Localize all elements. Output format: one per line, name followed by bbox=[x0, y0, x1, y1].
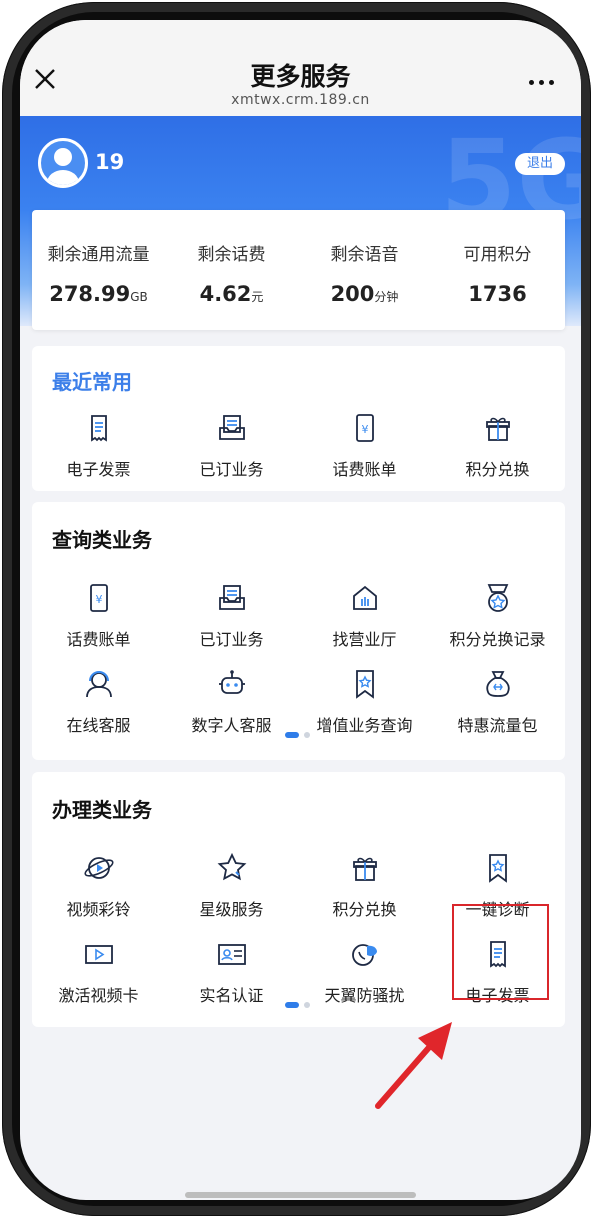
balance-stats-card: 剩余通用流量 278.99GB 剩余话费 4.62元 剩余语音 200分钟 可用积分 1736 bbox=[32, 210, 565, 330]
top-nav-bar: 更多服务 xmtwx.crm.189.cn bbox=[20, 20, 581, 116]
bill-icon: ¥ bbox=[90, 584, 108, 612]
user-number: 19 bbox=[95, 150, 125, 174]
subscribed-icon bbox=[219, 585, 245, 610]
page-dot-active bbox=[285, 732, 299, 738]
bill-icon: ¥ bbox=[356, 414, 374, 442]
section-title-query: 查询类业务 bbox=[52, 528, 152, 552]
user-silhouette-icon bbox=[47, 148, 79, 185]
handle-item[interactable]: 激活视频卡 bbox=[32, 938, 165, 1008]
stat-value: 1736 bbox=[468, 282, 527, 306]
gift-icon bbox=[486, 417, 510, 441]
invoice-icon bbox=[91, 415, 107, 442]
recent-section: 最近常用 电子发票 已订业务 ¥ 话费账单 积分兑换 bbox=[32, 346, 565, 491]
handle-item[interactable]: 积分兑换 bbox=[298, 852, 431, 922]
page-title: 更多服务 bbox=[250, 62, 351, 91]
recent-item-label: 积分兑换 bbox=[465, 460, 530, 479]
stat-item[interactable]: 剩余语音 200分钟 bbox=[298, 210, 431, 330]
bookmark-star-icon bbox=[356, 670, 374, 699]
handle-item-label: 视频彩铃 bbox=[66, 900, 131, 919]
recent-item[interactable]: 电子发票 bbox=[32, 412, 165, 482]
stat-item[interactable]: 可用积分 1736 bbox=[431, 210, 564, 330]
handle-item[interactable]: 实名认证 bbox=[165, 938, 298, 1008]
section-title-recent: 最近常用 bbox=[52, 370, 132, 394]
handle-item-label: 星级服务 bbox=[199, 900, 264, 919]
query-item-label: 在线客服 bbox=[66, 716, 131, 735]
points-record-icon bbox=[487, 584, 509, 612]
query-item-label: 增值业务查询 bbox=[316, 716, 413, 735]
section-title-handle: 办理类业务 bbox=[52, 798, 152, 822]
recent-item-label: 电子发票 bbox=[66, 460, 131, 479]
query-item-label: 积分兑换记录 bbox=[449, 630, 546, 649]
headset-icon bbox=[86, 671, 112, 698]
shield-call-icon bbox=[352, 944, 377, 966]
phone-frame: 更多服务 xmtwx.crm.189.cn 5G 19 退出 剩余通用流量 278… bbox=[2, 2, 591, 1216]
handle-item[interactable]: 视频彩铃 bbox=[32, 852, 165, 922]
handle-item[interactable]: 天翼防骚扰 bbox=[298, 938, 431, 1008]
handle-item[interactable]: 星级服务 bbox=[165, 852, 298, 922]
handle-item-label: 天翼防骚扰 bbox=[324, 986, 405, 1005]
query-item[interactable]: 增值业务查询 bbox=[298, 668, 431, 738]
logout-button[interactable]: 退出 bbox=[515, 153, 565, 175]
stat-value: 4.62元 bbox=[199, 282, 264, 306]
stat-value: 278.99GB bbox=[49, 282, 148, 306]
recent-item[interactable]: ¥ 话费账单 bbox=[298, 412, 431, 482]
page-dot bbox=[304, 732, 310, 738]
query-item-label: 已订业务 bbox=[199, 630, 264, 649]
handle-item-label: 积分兑换 bbox=[332, 900, 397, 919]
recent-item[interactable]: 已订业务 bbox=[165, 412, 298, 482]
query-item-label: 找营业厅 bbox=[332, 630, 397, 649]
query-item[interactable]: 已订业务 bbox=[165, 582, 298, 652]
stat-value: 200分钟 bbox=[330, 282, 399, 306]
avatar[interactable] bbox=[38, 138, 88, 188]
stat-unit: GB bbox=[130, 290, 148, 304]
query-item[interactable]: 在线客服 bbox=[32, 668, 165, 738]
stat-item[interactable]: 剩余通用流量 278.99GB bbox=[32, 210, 165, 330]
more-options-icon[interactable] bbox=[529, 80, 555, 86]
svg-text:¥: ¥ bbox=[96, 593, 103, 606]
query-item-label: 话费账单 bbox=[66, 630, 131, 649]
id-card-icon bbox=[218, 944, 246, 965]
phone-screen: 更多服务 xmtwx.crm.189.cn 5G 19 退出 剩余通用流量 278… bbox=[20, 20, 581, 1200]
handle-item-label: 实名认证 bbox=[199, 986, 264, 1005]
stat-unit: 元 bbox=[251, 290, 264, 304]
stat-label: 可用积分 bbox=[463, 245, 532, 265]
recent-item-label: 已订业务 bbox=[199, 460, 264, 479]
stat-unit: 分钟 bbox=[374, 290, 399, 304]
subscribed-icon bbox=[219, 415, 245, 440]
query-item[interactable]: 积分兑换记录 bbox=[431, 582, 564, 652]
video-card-icon bbox=[85, 945, 113, 964]
query-item-label: 特惠流量包 bbox=[457, 716, 538, 735]
stat-label: 剩余语音 bbox=[330, 245, 399, 265]
planet-play-icon bbox=[84, 857, 114, 879]
highlight-box bbox=[452, 904, 549, 1000]
page-dot bbox=[304, 1002, 310, 1008]
query-item[interactable]: 数字人客服 bbox=[165, 668, 298, 738]
handle-item-label: 激活视频卡 bbox=[58, 986, 139, 1005]
stat-label: 剩余通用流量 bbox=[47, 245, 150, 265]
stat-item[interactable]: 剩余话费 4.62元 bbox=[165, 210, 298, 330]
page-url: xmtwx.crm.189.cn bbox=[231, 92, 370, 108]
stat-label: 剩余话费 bbox=[197, 245, 266, 265]
store-icon bbox=[353, 585, 377, 610]
bag-icon bbox=[486, 671, 510, 697]
query-section: 查询类业务 ¥ 话费账单 已订业务 找营业厅 积分兑换记录在线客服 数字人客服 增值业务查询… bbox=[32, 502, 565, 760]
red-arrow-annotation bbox=[375, 1022, 452, 1109]
gift-icon bbox=[353, 857, 377, 881]
recent-item[interactable]: 积分兑换 bbox=[431, 412, 564, 482]
svg-text:¥: ¥ bbox=[362, 423, 369, 436]
bookmark-star-icon bbox=[489, 854, 507, 883]
query-item[interactable]: 找营业厅 bbox=[298, 582, 431, 652]
home-indicator[interactable] bbox=[185, 1192, 416, 1198]
recent-item-label: 话费账单 bbox=[332, 460, 397, 479]
page-dot-active bbox=[285, 1002, 299, 1008]
robot-icon bbox=[219, 670, 245, 694]
query-item-label: 数字人客服 bbox=[191, 716, 272, 735]
query-item[interactable]: ¥ 话费账单 bbox=[32, 582, 165, 652]
star-icon bbox=[217, 852, 247, 881]
query-item[interactable]: 特惠流量包 bbox=[431, 668, 564, 738]
